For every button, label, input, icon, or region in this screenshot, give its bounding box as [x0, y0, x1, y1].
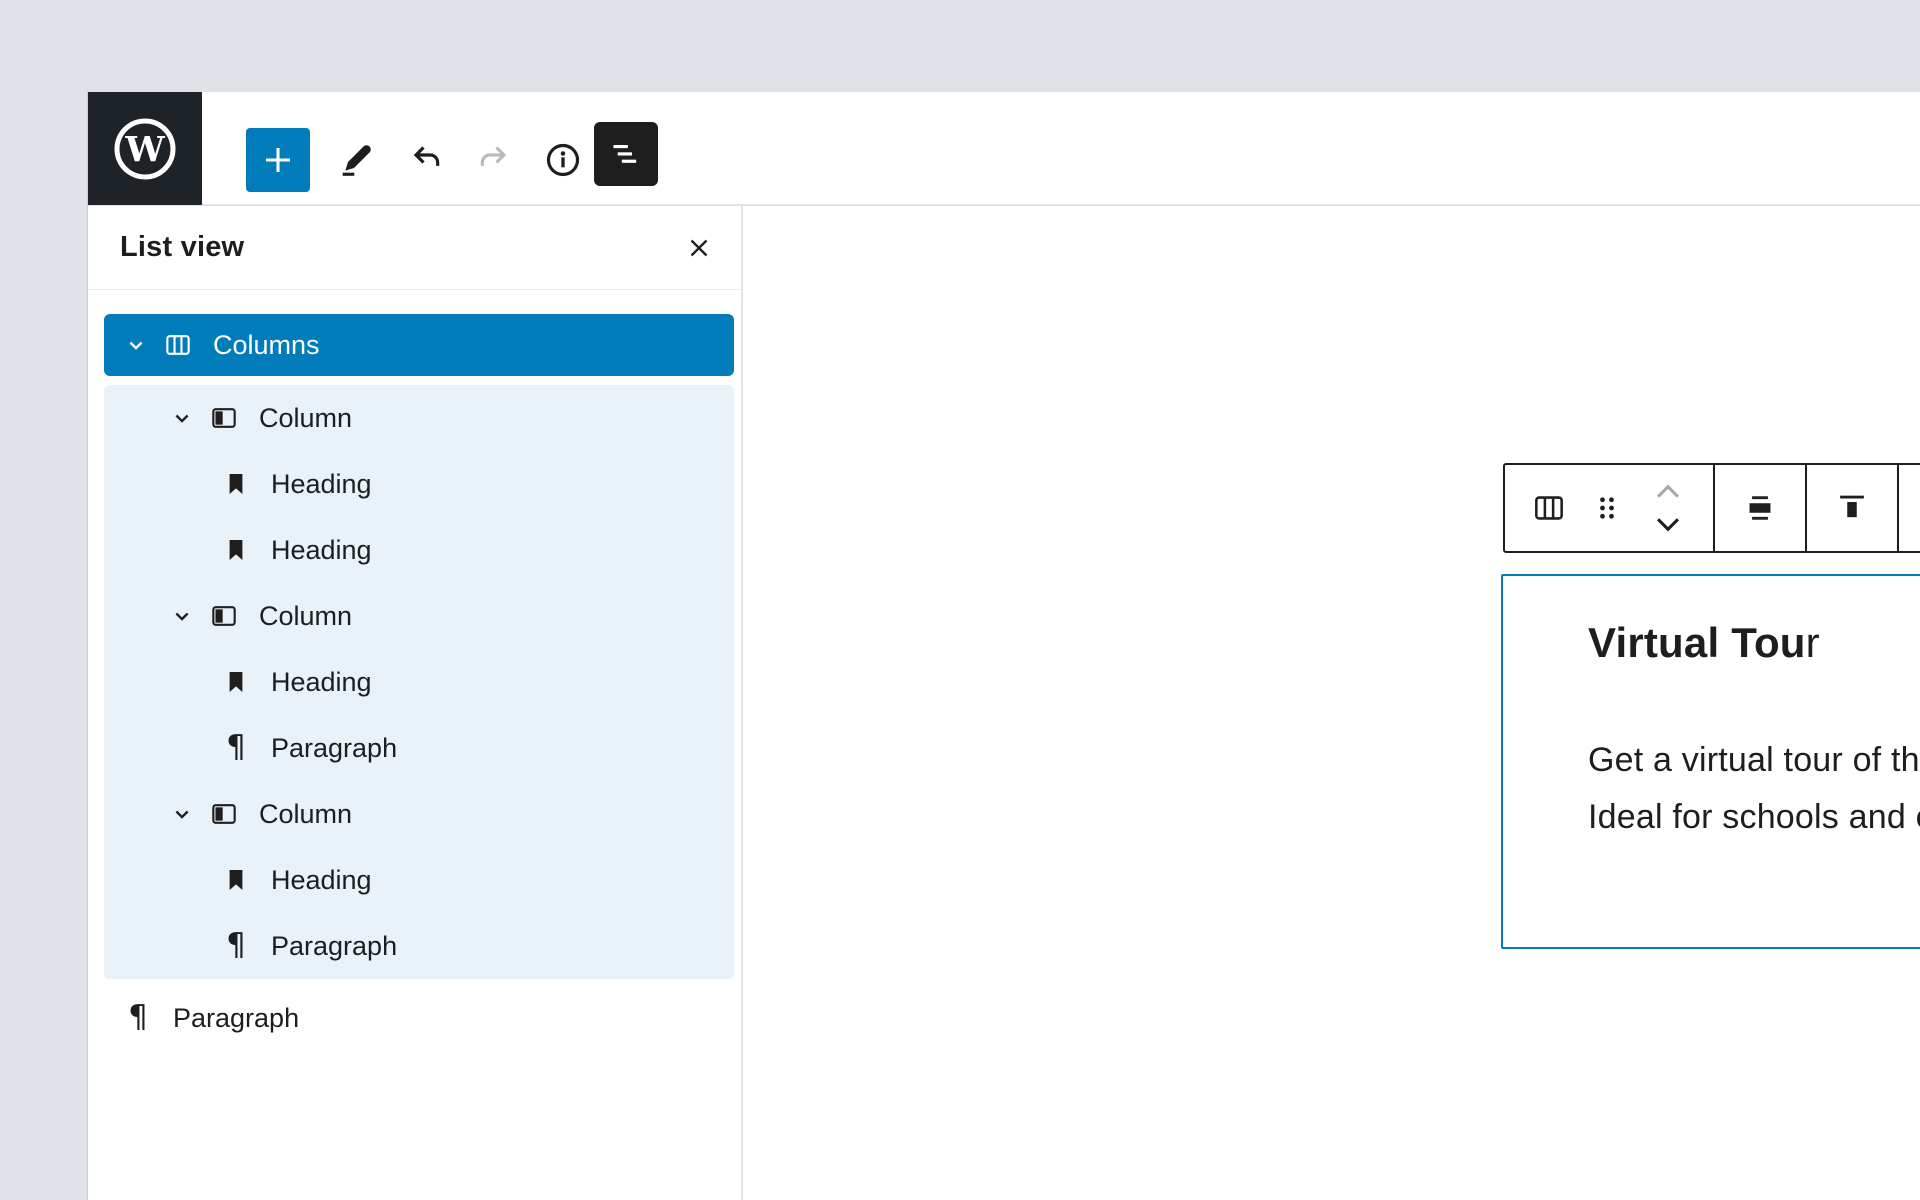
chevron-down-icon[interactable] [116, 330, 156, 360]
list-view-item-label: Heading [271, 864, 372, 895]
block-inserter-button[interactable] [246, 128, 310, 192]
column-block-1: Virtual Tour Get a virtual tour of the m… [1588, 616, 1920, 846]
columns-icon [156, 329, 200, 361]
options-button[interactable] [1899, 465, 1920, 551]
edit-pencil-icon [342, 145, 371, 176]
list-view-item-heading-4[interactable]: Heading [104, 847, 734, 913]
list-view-header: List view [88, 206, 741, 290]
list-view-item-label: Heading [271, 468, 372, 499]
list-view-panel: List view Columns Column Heading Heading… [88, 206, 742, 1200]
list-view-item-column-1[interactable]: Column [104, 385, 734, 451]
list-view-item-paragraph-root[interactable]: ¶ Paragraph [104, 987, 734, 1049]
wordpress-logo-button[interactable]: W [88, 92, 202, 205]
column-icon [202, 798, 246, 830]
block-tree: Columns Column Heading Heading Column He… [104, 314, 734, 1049]
list-view-item-heading-1[interactable]: Heading [104, 451, 734, 517]
chevron-down-icon[interactable] [162, 799, 202, 829]
chevron-down-icon[interactable] [162, 403, 202, 433]
heading-icon [214, 468, 258, 500]
list-view-item-column-2[interactable]: Column [104, 583, 734, 649]
editor-canvas: Virtual Tour Get a virtual tour of the m… [743, 206, 1920, 1200]
list-view-title: List view [120, 231, 245, 263]
column-icon [202, 402, 246, 434]
column-icon [202, 600, 246, 632]
close-list-view-button[interactable] [673, 222, 725, 274]
column-1-heading[interactable]: Virtual Tour [1588, 616, 1920, 670]
drag-handle-icon [1600, 497, 1614, 519]
move-up-button[interactable] [1633, 474, 1703, 508]
redo-button[interactable] [460, 126, 528, 194]
columns-children-group: Column Heading Heading Column Heading ¶ … [104, 385, 734, 979]
block-toolbar-align-group [1713, 465, 1805, 551]
plus-icon [266, 148, 290, 172]
block-toolbar-main-group [1505, 465, 1713, 551]
paragraph-icon: ¶ [226, 728, 246, 765]
heading-icon [214, 864, 258, 896]
columns-block-icon [1535, 496, 1563, 520]
list-view-item-paragraph-1[interactable]: ¶ Paragraph [104, 715, 734, 781]
heading-icon [214, 534, 258, 566]
heading-icon [214, 666, 258, 698]
columns-block-type-button[interactable] [1517, 465, 1581, 551]
paragraph-icon: ¶ [128, 998, 148, 1035]
list-view-item-label: Paragraph [271, 732, 398, 763]
move-down-button[interactable] [1633, 508, 1703, 542]
block-movers [1633, 474, 1703, 542]
list-view-icon [613, 145, 637, 163]
info-icon [546, 143, 580, 177]
block-toolbar-options-group [1897, 465, 1920, 551]
wordpress-logo-icon: W [114, 118, 176, 179]
close-icon [690, 239, 708, 256]
move-down-icon [1656, 518, 1680, 532]
align-button[interactable] [1715, 465, 1805, 551]
undo-icon [413, 146, 440, 166]
list-view-item-label: Column [259, 600, 353, 631]
svg-text:W: W [124, 129, 165, 170]
vertical-align-top-icon [1840, 495, 1864, 518]
editor-stage: W Virtual Tour Get a virtual tour of th … [0, 0, 1920, 1200]
list-view-item-label: Heading [271, 534, 372, 565]
list-view-item-label: Column [259, 402, 353, 433]
list-view-item-label: Columns [213, 329, 320, 360]
column-1-paragraph[interactable]: Get a virtual tour of the museum. Ideal … [1588, 732, 1920, 846]
block-toolbar-valign-group [1805, 465, 1897, 551]
vertical-align-button[interactable] [1807, 465, 1897, 551]
list-view-item-paragraph-2[interactable]: ¶ Paragraph [104, 913, 734, 979]
chevron-down-icon[interactable] [162, 601, 202, 631]
list-view-item-label: Paragraph [173, 1002, 300, 1033]
list-view-item-heading-3[interactable]: Heading [104, 649, 734, 715]
list-view-item-label: Column [259, 798, 353, 829]
list-view-item-label: Paragraph [271, 930, 398, 961]
paragraph-icon: ¶ [226, 926, 246, 963]
align-icon [1749, 496, 1771, 520]
list-view-item-heading-2[interactable]: Heading [104, 517, 734, 583]
undo-button[interactable] [392, 126, 460, 194]
editor-top-bar: W [88, 92, 1920, 205]
list-view-item-columns[interactable]: Columns [104, 314, 734, 376]
block-toolbar [1503, 463, 1920, 553]
redo-icon [480, 146, 507, 166]
edit-tool-button[interactable] [322, 126, 390, 194]
drag-handle[interactable] [1581, 465, 1633, 551]
list-view-toggle-button[interactable] [594, 122, 658, 186]
details-button[interactable] [529, 126, 597, 194]
list-view-item-column-3[interactable]: Column [104, 781, 734, 847]
list-view-item-label: Heading [271, 666, 372, 697]
move-up-icon [1656, 484, 1680, 498]
